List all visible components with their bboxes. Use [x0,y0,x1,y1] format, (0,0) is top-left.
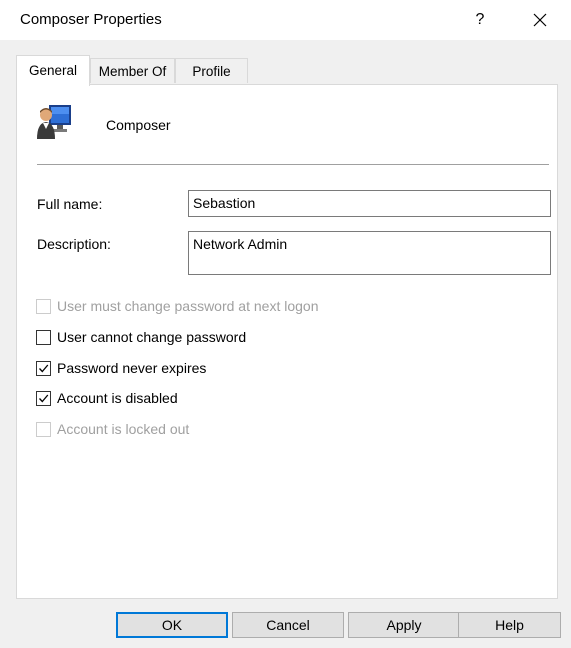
tab-general[interactable]: General [16,55,90,86]
apply-button[interactable]: Apply [348,612,460,638]
user-computer-icon [37,105,71,139]
window-title: Composer Properties [20,11,162,28]
help-title-button[interactable]: ? [460,4,500,36]
title-bar: Composer Properties ? [0,0,571,40]
tab-profile[interactable]: Profile [175,58,248,83]
account-locked-out-label: Account is locked out [57,421,190,437]
cannot-change-password-checkbox[interactable] [36,329,51,345]
must-change-password-label: User must change password at next logon [57,298,319,314]
close-button[interactable] [520,4,560,36]
checkmark-icon [39,394,49,402]
general-tab-panel: Composer Full name: Sebastion Descriptio… [16,84,558,599]
account-disabled-checkbox[interactable] [36,390,51,406]
password-never-expires-option[interactable]: Password never expires [36,358,206,378]
checkmark-icon [39,364,49,372]
must-change-password-checkbox [36,298,51,314]
description-input[interactable]: Network Admin [188,231,551,275]
help-icon: ? [475,11,485,28]
full-name-input[interactable]: Sebastion [188,190,551,217]
cannot-change-password-option[interactable]: User cannot change password [36,327,246,347]
cannot-change-password-label[interactable]: User cannot change password [57,329,246,345]
description-label: Description: [37,236,111,252]
account-locked-out-checkbox [36,421,51,437]
help-button[interactable]: Help [458,612,561,638]
must-change-password-option: User must change password at next logon [36,296,318,316]
tab-member-of[interactable]: Member Of [90,58,175,83]
cancel-button[interactable]: Cancel [232,612,344,638]
account-disabled-label[interactable]: Account is disabled [57,390,178,406]
user-display-name: Composer [106,117,171,133]
separator [37,164,549,165]
ok-button[interactable]: OK [116,612,228,638]
account-locked-out-option: Account is locked out [36,419,189,439]
full-name-label: Full name: [37,196,103,212]
password-never-expires-checkbox[interactable] [36,360,51,376]
close-icon [533,13,547,27]
account-disabled-option[interactable]: Account is disabled [36,388,178,408]
password-never-expires-label[interactable]: Password never expires [57,360,206,376]
